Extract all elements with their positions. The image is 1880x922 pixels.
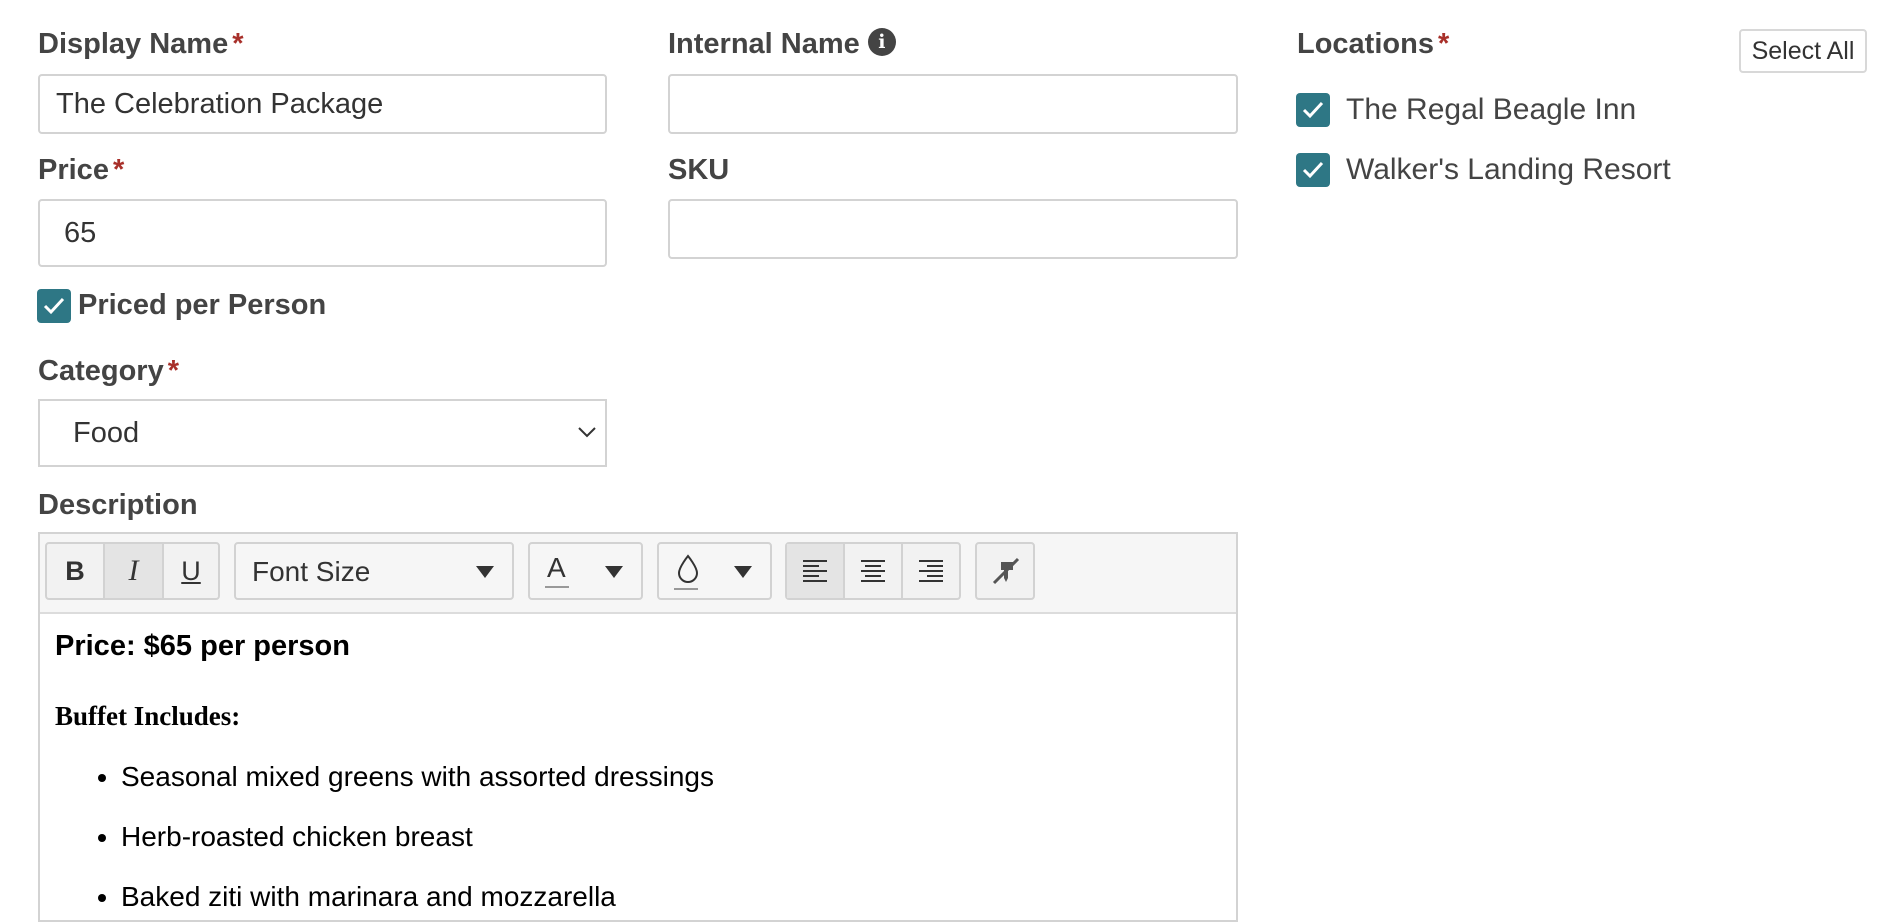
chevron-down-icon — [578, 427, 596, 438]
category-label: Category * — [38, 355, 179, 388]
align-left-icon — [803, 560, 827, 582]
eraser-icon — [992, 557, 1020, 585]
location-label-regal-beagle[interactable]: The Regal Beagle Inn — [1346, 93, 1636, 127]
check-icon — [1302, 161, 1324, 179]
font-color-swatch — [545, 586, 569, 588]
list-item: Seasonal mixed greens with assorted dres… — [121, 760, 1221, 794]
caret-down-icon — [605, 566, 623, 578]
italic-button[interactable]: I — [105, 544, 164, 598]
content-heading: Buffet Includes: — [55, 701, 241, 731]
align-center-button[interactable] — [845, 544, 903, 598]
sku-label: SKU — [668, 154, 729, 187]
font-color-icon: A — [547, 552, 566, 583]
internal-name-label-text: Internal Name — [668, 28, 860, 60]
align-center-icon — [861, 560, 885, 582]
droplet-icon — [677, 554, 699, 583]
internal-name-input[interactable] — [668, 74, 1238, 134]
list-item: Herb-roasted chicken breast — [121, 820, 1221, 854]
display-name-input[interactable] — [38, 74, 607, 134]
locations-label-text: Locations — [1297, 28, 1434, 60]
content-list: Seasonal mixed greens with assorted dres… — [55, 760, 1221, 914]
sku-input[interactable] — [668, 199, 1238, 259]
list-item: Baked ziti with marinara and mozzarella — [121, 880, 1221, 914]
display-name-label-text: Display Name — [38, 28, 229, 60]
editor-toolbar: B I U Font Size A — [40, 534, 1236, 614]
category-selected-value: Food — [73, 416, 140, 449]
internal-name-label: Internal Name i — [668, 28, 896, 61]
caret-down-icon — [476, 566, 494, 578]
price-label-text: Price — [38, 154, 109, 186]
select-all-button[interactable]: Select All — [1739, 29, 1867, 73]
check-icon — [43, 297, 65, 315]
check-icon — [1302, 101, 1324, 119]
clear-formatting-button[interactable] — [975, 542, 1035, 600]
priced-per-person-checkbox[interactable] — [37, 289, 71, 323]
font-size-dropdown[interactable]: Font Size — [234, 542, 514, 600]
location-label-walkers-landing[interactable]: Walker's Landing Resort — [1346, 153, 1671, 187]
price-label: Price * — [38, 154, 124, 187]
required-marker: * — [232, 28, 244, 60]
location-checkbox-regal-beagle[interactable] — [1296, 93, 1330, 127]
font-color-dropdown[interactable]: A — [528, 542, 643, 600]
alignment-group — [785, 542, 961, 600]
sku-label-text: SKU — [668, 154, 730, 186]
align-right-icon — [919, 560, 943, 582]
align-left-button[interactable] — [787, 544, 845, 598]
required-marker: * — [112, 154, 125, 186]
text-style-group: B I U — [45, 542, 220, 600]
display-name-label: Display Name * — [38, 28, 244, 61]
category-label-text: Category — [38, 355, 164, 387]
required-marker: * — [1437, 28, 1450, 60]
bold-button[interactable]: B — [47, 544, 105, 598]
underline-button[interactable]: U — [164, 544, 218, 598]
content-price-line: Price: $65 per person — [55, 630, 350, 662]
location-checkbox-walkers-landing[interactable] — [1296, 153, 1330, 187]
align-right-button[interactable] — [903, 544, 959, 598]
caret-down-icon — [734, 566, 752, 578]
description-editor[interactable]: B I U Font Size A Price: $65 per person … — [38, 532, 1238, 922]
description-label: Description — [38, 489, 198, 521]
background-color-swatch — [674, 588, 698, 590]
required-marker: * — [167, 355, 179, 387]
price-input[interactable] — [38, 199, 607, 267]
background-color-dropdown[interactable] — [657, 542, 772, 600]
priced-per-person-label[interactable]: Priced per Person — [78, 289, 326, 322]
category-select[interactable]: Food — [38, 399, 607, 467]
editor-content[interactable]: Price: $65 per person Buffet Includes: S… — [40, 630, 1236, 914]
font-size-label: Font Size — [252, 556, 371, 587]
info-icon[interactable]: i — [867, 28, 896, 57]
locations-label: Locations * — [1297, 28, 1449, 61]
